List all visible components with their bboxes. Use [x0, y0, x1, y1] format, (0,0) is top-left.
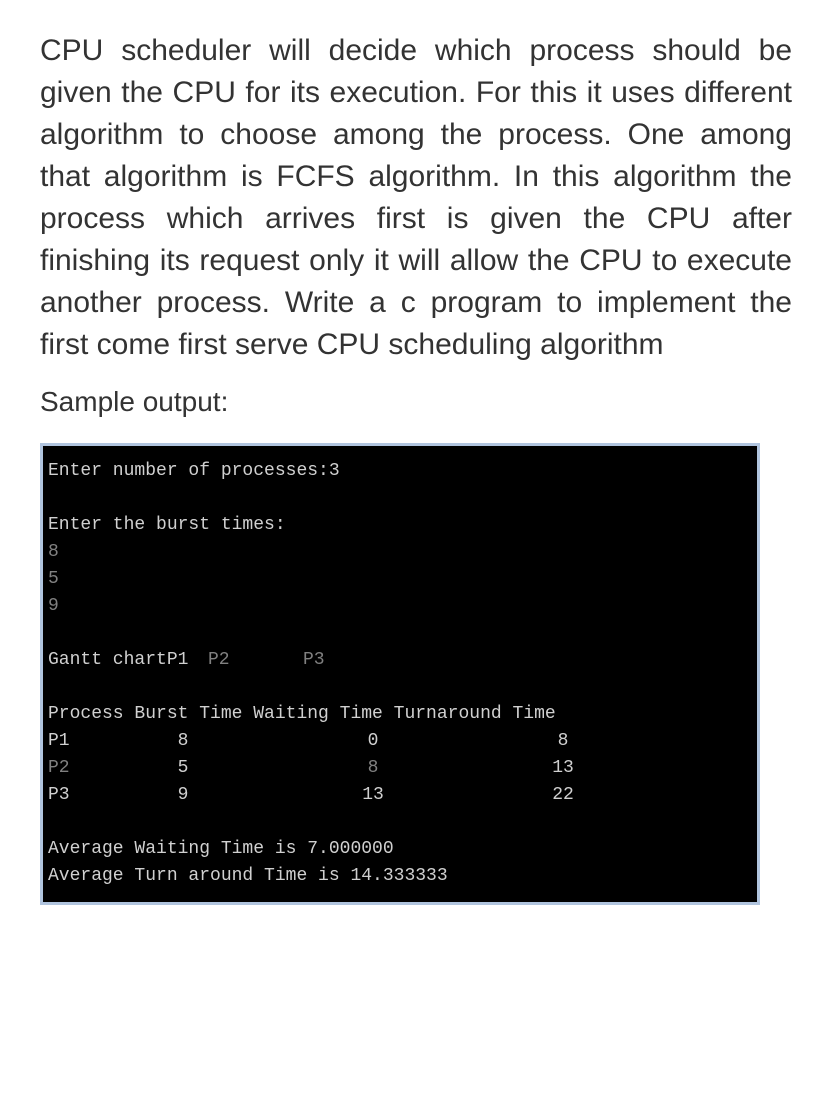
gantt-process: P3: [303, 647, 398, 674]
gantt-chart-row: Gantt chartP1P2P3: [48, 647, 752, 674]
cell-tat: 22: [473, 782, 653, 809]
cell-wait: 13: [273, 782, 473, 809]
terminal-input: 5: [48, 566, 752, 593]
table-header: Process Burst Time Waiting Time Turnarou…: [48, 701, 752, 728]
question-text: CPU scheduler will decide which process …: [40, 30, 792, 366]
cell-process: P1: [48, 728, 93, 755]
cell-process: P3: [48, 782, 93, 809]
avg-wait-line: Average Waiting Time is 7.000000: [48, 836, 752, 863]
cell-burst: 8: [93, 728, 273, 755]
avg-tat-line: Average Turn around Time is 14.333333: [48, 863, 752, 890]
cell-tat: 13: [473, 755, 653, 782]
terminal-input: 8: [48, 539, 752, 566]
terminal-input: 9: [48, 593, 752, 620]
cell-wait: 8: [273, 755, 473, 782]
terminal-line: Enter the burst times:: [48, 512, 752, 539]
cell-wait: 0: [273, 728, 473, 755]
gantt-process: P2: [208, 647, 303, 674]
table-row: P1808: [48, 728, 752, 755]
cell-burst: 9: [93, 782, 273, 809]
gantt-label: Gantt chartP1: [48, 647, 208, 674]
cell-process: P2: [48, 755, 93, 782]
terminal-output: Enter number of processes:3 Enter the bu…: [40, 443, 760, 905]
sample-output-label: Sample output:: [40, 386, 792, 418]
cell-tat: 8: [473, 728, 653, 755]
table-row: P391322: [48, 782, 752, 809]
table-row: P25813: [48, 755, 752, 782]
terminal-line: Enter number of processes:3: [48, 458, 752, 485]
cell-burst: 5: [93, 755, 273, 782]
